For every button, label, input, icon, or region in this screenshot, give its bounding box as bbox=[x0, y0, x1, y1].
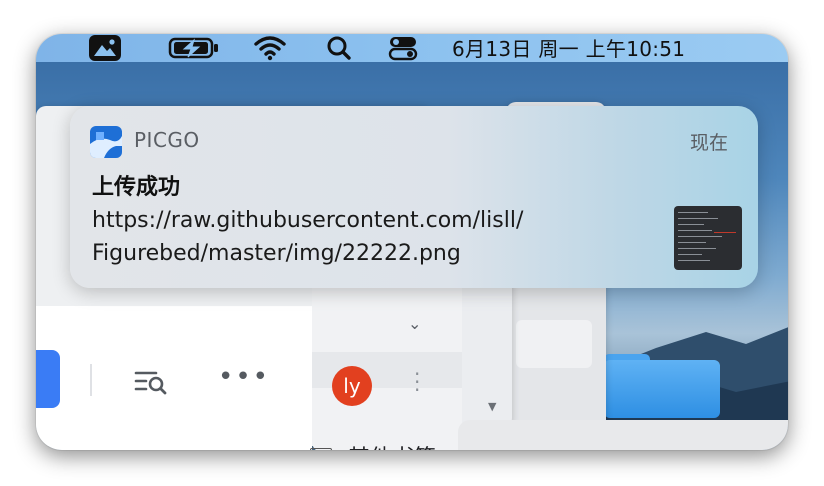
desktop-folder-icon[interactable] bbox=[604, 360, 720, 418]
notification-body: https://raw.githubusercontent.com/lisll/… bbox=[92, 204, 523, 270]
avatar-initials: ly bbox=[343, 374, 361, 398]
primary-action-button[interactable] bbox=[36, 350, 60, 408]
bottom-panel bbox=[458, 420, 788, 450]
notification-body-line: Figurebed/master/img/22222.png bbox=[92, 241, 461, 266]
toolbar-divider bbox=[90, 364, 92, 396]
screen: 6月13日 周一 上午10:51 ⌄ ly ··· ▼ ••• 其他书签 bbox=[36, 34, 788, 450]
battery-charging-icon[interactable] bbox=[166, 34, 222, 62]
folder-icon bbox=[310, 447, 332, 450]
window-pane bbox=[516, 320, 592, 368]
bookmark-folder-other[interactable]: 其他书签 bbox=[308, 434, 478, 450]
spotlight-search-icon[interactable] bbox=[324, 34, 354, 62]
photos-icon[interactable] bbox=[86, 34, 124, 62]
menu-bar-clock[interactable]: 6月13日 周一 上午10:51 bbox=[452, 36, 685, 62]
notification-image-thumbnail bbox=[674, 206, 742, 270]
notification-app-name: PICGO bbox=[134, 128, 200, 152]
chevron-down-icon[interactable]: ⌄ bbox=[408, 314, 421, 333]
bookmark-folder-label: 其他书签 bbox=[348, 440, 436, 450]
wifi-icon[interactable] bbox=[252, 34, 288, 62]
notification-banner[interactable]: PICGO 现在 上传成功 https://raw.githubusercont… bbox=[70, 106, 758, 288]
picgo-app-icon bbox=[90, 126, 122, 158]
notification-body-line: https://raw.githubusercontent.com/lisll/ bbox=[92, 208, 524, 233]
notification-time: 现在 bbox=[690, 132, 729, 154]
more-vertical-icon[interactable]: · · · bbox=[414, 364, 420, 400]
filter-search-icon[interactable] bbox=[132, 366, 172, 402]
control-center-icon[interactable] bbox=[386, 34, 420, 62]
notification-title: 上传成功 bbox=[92, 175, 181, 200]
scroll-down-arrow-icon[interactable]: ▼ bbox=[488, 400, 496, 413]
avatar[interactable]: ly bbox=[332, 366, 372, 406]
menu-bar: 6月13日 周一 上午10:51 bbox=[36, 34, 788, 62]
more-horizontal-icon[interactable]: ••• bbox=[218, 362, 270, 392]
browser-content bbox=[36, 306, 312, 450]
